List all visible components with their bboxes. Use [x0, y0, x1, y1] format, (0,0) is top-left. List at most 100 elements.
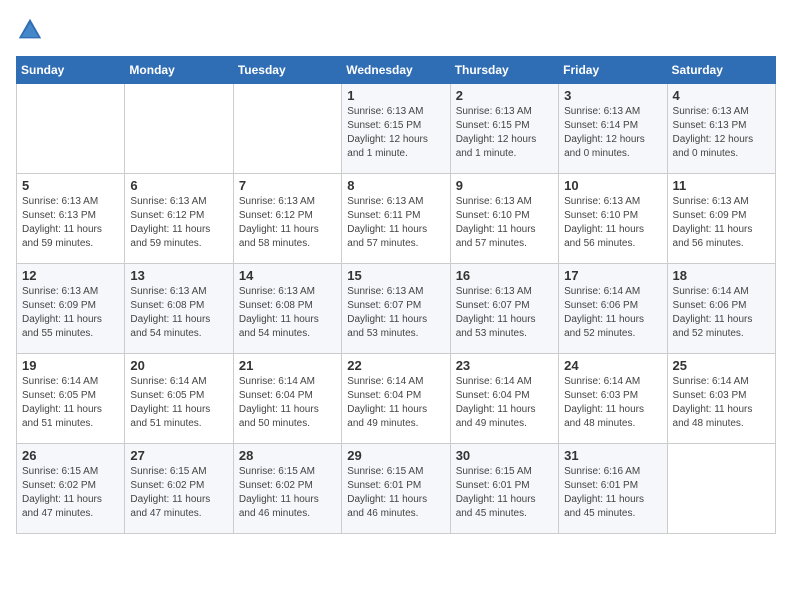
- calendar-week: 19 Sunrise: 6:14 AM Sunset: 6:05 PM Dayli…: [17, 354, 776, 444]
- day-info: Sunrise: 6:14 AM Sunset: 6:05 PM Dayligh…: [22, 375, 119, 431]
- calendar-cell: 25Sunrise: 6:14 AM Sunset: 6:03 PM Dayli…: [667, 354, 775, 444]
- weekday-header: Tuesday: [233, 57, 341, 84]
- day-number: 25: [673, 358, 770, 373]
- calendar-cell: 10Sunrise: 6:13 AM Sunset: 6:10 PM Dayli…: [559, 174, 667, 264]
- calendar-cell: 15Sunrise: 6:13 AM Sunset: 6:07 PM Dayli…: [342, 264, 450, 354]
- day-number: 16: [456, 268, 553, 283]
- calendar-cell: 9Sunrise: 6:13 AM Sunset: 6:10 PM Daylig…: [450, 174, 558, 264]
- calendar-cell: [17, 84, 125, 174]
- calendar-table: SundayMondayTuesdayWednesdayThursdayFrid…: [16, 56, 776, 534]
- day-number: 24: [564, 358, 661, 373]
- calendar-cell: 5 Sunrise: 6:13 AM Sunset: 6:13 PM Daylig…: [17, 174, 125, 264]
- day-info: Sunrise: 6:13 AM Sunset: 6:15 PM Dayligh…: [347, 105, 444, 161]
- day-info: Sunrise: 6:13 AM Sunset: 6:10 PM Dayligh…: [456, 195, 553, 251]
- day-number: 18: [673, 268, 770, 283]
- day-number: 22: [347, 358, 444, 373]
- calendar-cell: 1 Sunrise: 6:13 AM Sunset: 6:15 PM Daylig…: [342, 84, 450, 174]
- calendar-cell: 6 Sunrise: 6:13 AM Sunset: 6:12 PM Daylig…: [125, 174, 233, 264]
- calendar-cell: 27 Sunrise: 6:15 AM Sunset: 6:02 PM Dayli…: [125, 444, 233, 534]
- day-number: 26: [22, 448, 119, 463]
- weekday-header: Thursday: [450, 57, 558, 84]
- weekday-header: Wednesday: [342, 57, 450, 84]
- day-info: Sunrise: 6:13 AM Sunset: 6:07 PM Dayligh…: [456, 285, 553, 341]
- calendar-cell: 7Sunrise: 6:13 AM Sunset: 6:12 PM Daylig…: [233, 174, 341, 264]
- day-info: Sunrise: 6:15 AM Sunset: 6:02 PM Dayligh…: [130, 465, 227, 521]
- day-number: 30: [456, 448, 553, 463]
- day-number: 28: [239, 448, 336, 463]
- day-number: 1: [347, 88, 444, 103]
- day-number: 14: [239, 268, 336, 283]
- calendar-week: 5 Sunrise: 6:13 AM Sunset: 6:13 PM Daylig…: [17, 174, 776, 264]
- calendar-cell: 3 Sunrise: 6:13 AM Sunset: 6:14 PM Daylig…: [559, 84, 667, 174]
- day-info: Sunrise: 6:14 AM Sunset: 6:03 PM Dayligh…: [564, 375, 661, 431]
- day-info: Sunrise: 6:13 AM Sunset: 6:09 PM Dayligh…: [22, 285, 119, 341]
- weekday-header: Friday: [559, 57, 667, 84]
- day-number: 21: [239, 358, 336, 373]
- day-info: Sunrise: 6:16 AM Sunset: 6:01 PM Dayligh…: [564, 465, 661, 521]
- weekday-header: Saturday: [667, 57, 775, 84]
- day-info: Sunrise: 6:13 AM Sunset: 6:08 PM Dayligh…: [130, 285, 227, 341]
- weekday-header: Sunday: [17, 57, 125, 84]
- calendar-cell: 31Sunrise: 6:16 AM Sunset: 6:01 PM Dayli…: [559, 444, 667, 534]
- calendar-cell: [667, 444, 775, 534]
- calendar-cell: 16 Sunrise: 6:13 AM Sunset: 6:07 PM Dayli…: [450, 264, 558, 354]
- day-number: 11: [673, 178, 770, 193]
- day-number: 6: [130, 178, 227, 193]
- day-number: 5: [22, 178, 119, 193]
- day-info: Sunrise: 6:14 AM Sunset: 6:04 PM Dayligh…: [347, 375, 444, 431]
- day-number: 23: [456, 358, 553, 373]
- day-info: Sunrise: 6:13 AM Sunset: 6:15 PM Dayligh…: [456, 105, 553, 161]
- page-header: [16, 16, 776, 44]
- day-info: Sunrise: 6:13 AM Sunset: 6:12 PM Dayligh…: [130, 195, 227, 251]
- day-info: Sunrise: 6:13 AM Sunset: 6:07 PM Dayligh…: [347, 285, 444, 341]
- day-info: Sunrise: 6:13 AM Sunset: 6:11 PM Dayligh…: [347, 195, 444, 251]
- day-number: 8: [347, 178, 444, 193]
- day-number: 17: [564, 268, 661, 283]
- day-info: Sunrise: 6:13 AM Sunset: 6:14 PM Dayligh…: [564, 105, 661, 161]
- calendar-cell: [233, 84, 341, 174]
- day-info: Sunrise: 6:13 AM Sunset: 6:09 PM Dayligh…: [673, 195, 770, 251]
- calendar-week: 26 Sunrise: 6:15 AM Sunset: 6:02 PM Dayli…: [17, 444, 776, 534]
- day-info: Sunrise: 6:14 AM Sunset: 6:05 PM Dayligh…: [130, 375, 227, 431]
- weekday-header: Monday: [125, 57, 233, 84]
- day-info: Sunrise: 6:14 AM Sunset: 6:04 PM Dayligh…: [239, 375, 336, 431]
- day-info: Sunrise: 6:13 AM Sunset: 6:13 PM Dayligh…: [673, 105, 770, 161]
- day-info: Sunrise: 6:15 AM Sunset: 6:01 PM Dayligh…: [456, 465, 553, 521]
- day-number: 20: [130, 358, 227, 373]
- day-number: 27: [130, 448, 227, 463]
- calendar-body: 1 Sunrise: 6:13 AM Sunset: 6:15 PM Daylig…: [17, 84, 776, 534]
- day-number: 4: [673, 88, 770, 103]
- calendar-cell: 8 Sunrise: 6:13 AM Sunset: 6:11 PM Daylig…: [342, 174, 450, 264]
- day-info: Sunrise: 6:13 AM Sunset: 6:08 PM Dayligh…: [239, 285, 336, 341]
- calendar-cell: 18 Sunrise: 6:14 AM Sunset: 6:06 PM Dayli…: [667, 264, 775, 354]
- weekday-row: SundayMondayTuesdayWednesdayThursdayFrid…: [17, 57, 776, 84]
- day-info: Sunrise: 6:13 AM Sunset: 6:13 PM Dayligh…: [22, 195, 119, 251]
- day-info: Sunrise: 6:15 AM Sunset: 6:02 PM Dayligh…: [239, 465, 336, 521]
- calendar-cell: [125, 84, 233, 174]
- day-info: Sunrise: 6:15 AM Sunset: 6:01 PM Dayligh…: [347, 465, 444, 521]
- calendar-cell: 19 Sunrise: 6:14 AM Sunset: 6:05 PM Dayli…: [17, 354, 125, 444]
- day-number: 10: [564, 178, 661, 193]
- day-number: 12: [22, 268, 119, 283]
- calendar-cell: 2Sunrise: 6:13 AM Sunset: 6:15 PM Daylig…: [450, 84, 558, 174]
- calendar-cell: 23Sunrise: 6:14 AM Sunset: 6:04 PM Dayli…: [450, 354, 558, 444]
- calendar-cell: 26 Sunrise: 6:15 AM Sunset: 6:02 PM Dayli…: [17, 444, 125, 534]
- day-number: 3: [564, 88, 661, 103]
- calendar-cell: 12 Sunrise: 6:13 AM Sunset: 6:09 PM Dayli…: [17, 264, 125, 354]
- day-number: 19: [22, 358, 119, 373]
- calendar-cell: 13 Sunrise: 6:13 AM Sunset: 6:08 PM Dayli…: [125, 264, 233, 354]
- calendar-cell: 29 Sunrise: 6:15 AM Sunset: 6:01 PM Dayli…: [342, 444, 450, 534]
- calendar-week: 1 Sunrise: 6:13 AM Sunset: 6:15 PM Daylig…: [17, 84, 776, 174]
- calendar-cell: 22 Sunrise: 6:14 AM Sunset: 6:04 PM Dayli…: [342, 354, 450, 444]
- calendar-header: SundayMondayTuesdayWednesdayThursdayFrid…: [17, 57, 776, 84]
- logo: [16, 16, 48, 44]
- day-number: 13: [130, 268, 227, 283]
- calendar-cell: 17Sunrise: 6:14 AM Sunset: 6:06 PM Dayli…: [559, 264, 667, 354]
- day-number: 29: [347, 448, 444, 463]
- calendar-cell: 21 Sunrise: 6:14 AM Sunset: 6:04 PM Dayli…: [233, 354, 341, 444]
- calendar-cell: 20 Sunrise: 6:14 AM Sunset: 6:05 PM Dayli…: [125, 354, 233, 444]
- day-info: Sunrise: 6:15 AM Sunset: 6:02 PM Dayligh…: [22, 465, 119, 521]
- calendar-cell: 4 Sunrise: 6:13 AM Sunset: 6:13 PM Daylig…: [667, 84, 775, 174]
- day-info: Sunrise: 6:14 AM Sunset: 6:06 PM Dayligh…: [673, 285, 770, 341]
- calendar-week: 12 Sunrise: 6:13 AM Sunset: 6:09 PM Dayli…: [17, 264, 776, 354]
